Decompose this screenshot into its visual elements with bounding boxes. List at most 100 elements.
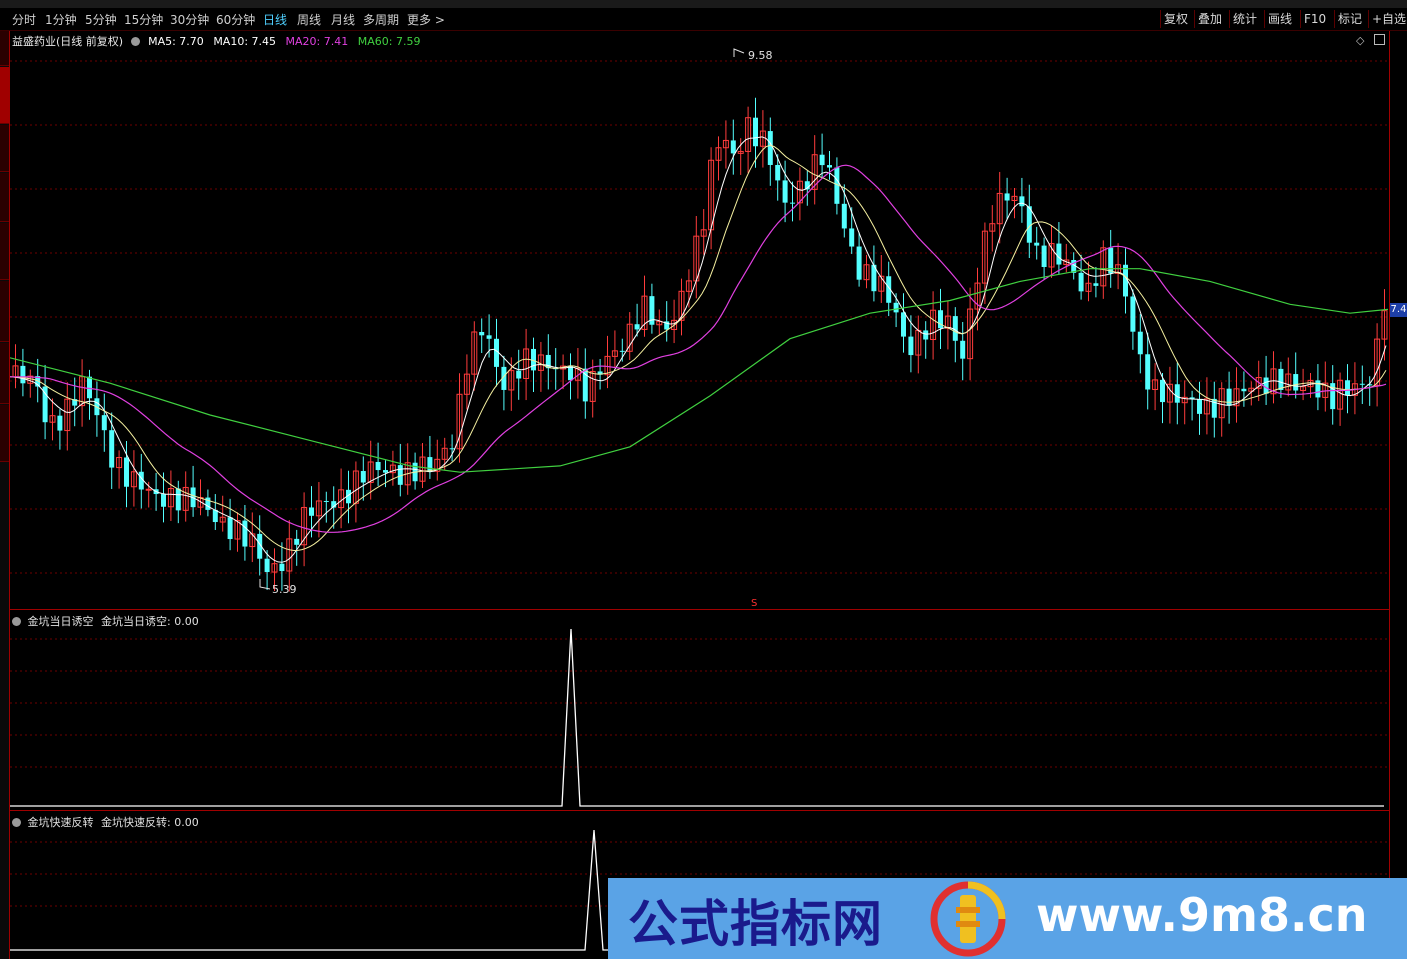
candle-down bbox=[960, 340, 966, 359]
window-toggle-icon[interactable] bbox=[1374, 34, 1385, 45]
ma5-line bbox=[10, 136, 1387, 563]
ma20-label: MA20: 7.41 bbox=[285, 35, 349, 48]
candle-down bbox=[782, 180, 788, 203]
f10-button[interactable]: F10 bbox=[1300, 10, 1329, 28]
candle-down bbox=[1263, 377, 1269, 394]
low-price-label: 5.39 bbox=[272, 583, 297, 596]
candle-down bbox=[242, 520, 248, 547]
candle-down bbox=[1226, 388, 1232, 406]
candle-down bbox=[730, 140, 736, 154]
indicator1-toggle-icon[interactable] bbox=[12, 617, 21, 626]
candle-down bbox=[124, 457, 129, 487]
candle-down bbox=[87, 376, 92, 399]
period-tab[interactable]: 月线 bbox=[331, 11, 355, 28]
stock-title: 益盛药业(日线 前复权) bbox=[12, 35, 124, 48]
period-tab[interactable]: 15分钟 bbox=[124, 11, 163, 28]
side-tab[interactable] bbox=[0, 31, 9, 66]
mark-button[interactable]: 标记 bbox=[1334, 10, 1365, 28]
candle-down bbox=[619, 350, 625, 352]
current-price-tag: 7.4 bbox=[1390, 303, 1407, 317]
high-marker bbox=[733, 48, 745, 57]
overlay-button[interactable]: 叠加 bbox=[1194, 10, 1225, 28]
side-tab[interactable] bbox=[0, 405, 9, 462]
indicator1-value: 金坑当日诱空: 0.00 bbox=[101, 615, 199, 628]
candle-down bbox=[383, 470, 388, 473]
indicator2-title: 金坑快速反转 bbox=[27, 816, 94, 829]
panel-divider bbox=[10, 609, 1390, 610]
period-tab-daily[interactable]: 日线 bbox=[263, 11, 287, 28]
side-tab[interactable] bbox=[0, 173, 9, 222]
ma10-label: MA10: 7.45 bbox=[213, 35, 277, 48]
more-periods-button[interactable]: 更多 > bbox=[407, 11, 445, 28]
candlestick-chart[interactable]: 9.58 5.39 S bbox=[10, 31, 1390, 609]
candle-down bbox=[479, 331, 485, 336]
candle-down bbox=[323, 500, 329, 502]
period-tab[interactable]: 多周期 bbox=[363, 11, 399, 28]
watermark-banner: 公式指标网 www.9m8.cn bbox=[608, 878, 1407, 959]
ma5-label: MA5: 7.70 bbox=[148, 35, 204, 48]
side-tab[interactable] bbox=[0, 281, 9, 342]
candle-down bbox=[1145, 354, 1151, 390]
candle-down bbox=[893, 302, 899, 313]
candle-down bbox=[227, 517, 233, 540]
date-axis-strip bbox=[10, 951, 608, 959]
period-tab[interactable]: 30分钟 bbox=[170, 11, 209, 28]
ma10-line bbox=[10, 144, 1387, 552]
candle-down bbox=[568, 366, 573, 381]
adjust-button[interactable]: 复权 bbox=[1160, 10, 1191, 28]
draw-button[interactable]: 画线 bbox=[1264, 10, 1295, 28]
candle-down bbox=[775, 164, 781, 181]
candle-down bbox=[161, 494, 166, 507]
left-side-tabs bbox=[0, 31, 10, 959]
stats-button[interactable]: 统计 bbox=[1229, 10, 1260, 28]
indicator2-legend: 金坑快速反转 金坑快速反转: 0.00 bbox=[12, 814, 199, 830]
period-toolbar: 分时 1分钟 5分钟 15分钟 30分钟 60分钟 日线 周线 月线 多周期 更… bbox=[0, 8, 1407, 31]
indicator1-line bbox=[10, 628, 1384, 807]
candle-down bbox=[1174, 384, 1180, 403]
candle-down bbox=[294, 538, 300, 545]
candle-down bbox=[1278, 368, 1284, 390]
period-tab[interactable]: 周线 bbox=[297, 11, 321, 28]
side-tab-active[interactable] bbox=[0, 67, 9, 124]
candle-down bbox=[1160, 379, 1165, 403]
period-tab[interactable]: 60分钟 bbox=[216, 11, 255, 28]
candle-down bbox=[1019, 196, 1025, 207]
period-tab[interactable]: 5分钟 bbox=[85, 11, 117, 28]
candle-down bbox=[57, 415, 63, 431]
indicator2-toggle-icon[interactable] bbox=[12, 818, 21, 827]
candle-down bbox=[1004, 193, 1010, 201]
candle-down bbox=[279, 563, 285, 572]
diamond-icon[interactable]: ◇ bbox=[1356, 34, 1364, 47]
candle-down bbox=[819, 154, 825, 166]
candle-down bbox=[790, 202, 795, 204]
indicator-chart-1[interactable] bbox=[10, 611, 1390, 809]
period-tab[interactable]: 分时 bbox=[12, 11, 36, 28]
low-marker bbox=[259, 579, 271, 590]
side-tab[interactable] bbox=[0, 125, 9, 172]
add-watchlist-button[interactable]: +自选 bbox=[1368, 10, 1407, 28]
candle-down bbox=[1130, 296, 1136, 332]
candle-down bbox=[634, 324, 640, 330]
period-tab[interactable]: 1分钟 bbox=[45, 11, 77, 28]
indicator1-legend: 金坑当日诱空 金坑当日诱空: 0.00 bbox=[12, 613, 199, 629]
window-top-strip bbox=[0, 0, 1407, 8]
indicator2-line bbox=[10, 829, 610, 951]
candle-down bbox=[212, 509, 218, 523]
candle-up bbox=[145, 488, 152, 491]
candle-down bbox=[486, 335, 492, 339]
candle-down bbox=[516, 370, 522, 379]
candle-down bbox=[1197, 399, 1202, 414]
side-tab[interactable] bbox=[0, 343, 9, 404]
candle-down bbox=[1093, 283, 1099, 286]
candle-down bbox=[20, 365, 26, 384]
candle-down bbox=[849, 228, 855, 247]
candle-down bbox=[827, 165, 832, 168]
candle-down bbox=[175, 488, 181, 511]
candle-down bbox=[375, 461, 381, 471]
candle-down bbox=[767, 131, 773, 165]
settings-toggle-icon[interactable] bbox=[130, 37, 140, 46]
candle-down bbox=[309, 507, 314, 516]
candle-down bbox=[1137, 331, 1143, 355]
candle-down bbox=[360, 471, 366, 483]
side-tab[interactable] bbox=[0, 223, 9, 280]
